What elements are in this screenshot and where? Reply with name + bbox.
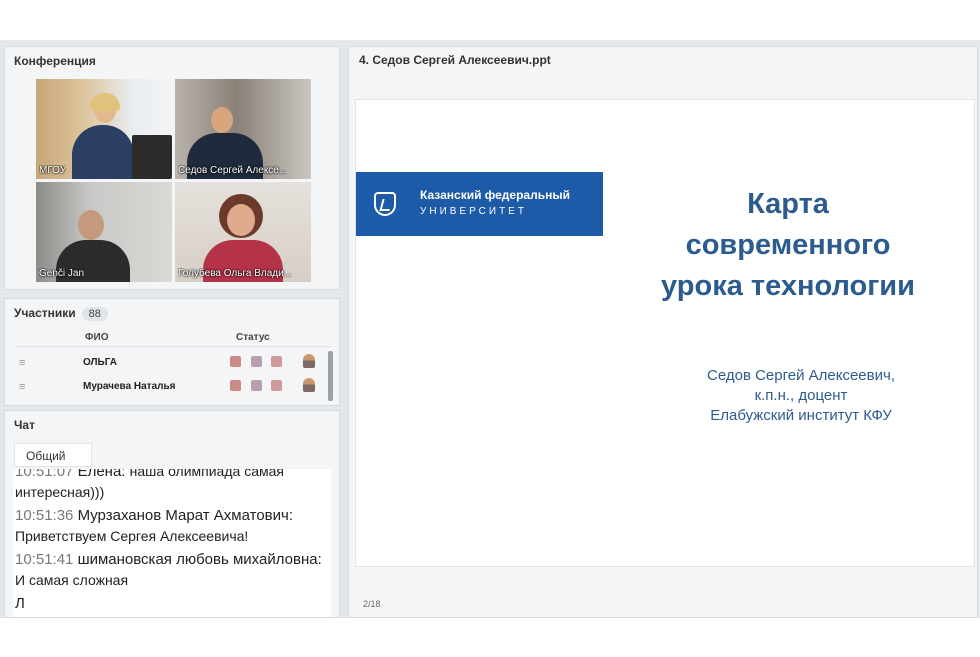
author-line: к.п.н., доцент — [754, 387, 848, 404]
video-tile[interactable]: МГОУ — [36, 79, 172, 179]
video-tile[interactable]: Genči Jan — [36, 182, 172, 282]
message-author: шимановская любовь михайловна: — [77, 551, 322, 568]
chat-panel: Чат Общий 10:51:07 Елена: наша олимпиада… — [4, 410, 340, 618]
slide-title-line: современного — [685, 229, 891, 261]
participant-head — [78, 210, 104, 240]
participants-panel: Участники 88 ФИО Статус ≡ ОЛЬГА ≡ Мурачев… — [4, 298, 340, 406]
column-status[interactable]: Статус — [236, 332, 270, 343]
conference-title: Конференция — [14, 54, 96, 68]
column-name[interactable]: ФИО — [85, 332, 109, 343]
app-window: Конференция МГОУ Седов Сергей Алексе... — [0, 40, 980, 618]
participants-title: Участники 88 — [5, 299, 339, 325]
message-text: Приветствуем Сергея Алексеевича! — [15, 528, 249, 544]
author-line: Елабужский институт КФУ — [710, 407, 892, 424]
screen-icon[interactable] — [271, 380, 282, 391]
tile-label: Genči Jan — [39, 268, 85, 279]
participant-row[interactable]: ≡ Мурачева Наталья — [15, 375, 331, 399]
chat-message: 10:51:41 шимановская любовь михайловна: … — [15, 549, 327, 591]
participant-head — [211, 107, 233, 133]
tile-label: Голубева Ольга Влади... — [178, 268, 293, 279]
left-column: Конференция МГОУ Седов Сергей Алексе... — [4, 46, 340, 618]
participant-hair — [90, 93, 120, 111]
chat-message: 10:51:07 Елена: наша олимпиада самая инт… — [15, 469, 327, 503]
microphone-icon[interactable] — [230, 380, 241, 391]
chat-title: Чат — [14, 418, 35, 432]
camera-icon[interactable] — [251, 380, 262, 391]
chat-messages[interactable]: 10:51:07 Елена: наша олимпиада самая инт… — [13, 469, 331, 617]
message-text: И самая сложная — [15, 572, 129, 588]
tile-label: МГОУ — [39, 165, 67, 176]
message-author: Л — [15, 595, 25, 612]
participants-header: ФИО Статус — [15, 329, 331, 347]
kfu-emblem-icon — [374, 192, 396, 216]
participant-name: Мурачева Наталья — [83, 381, 176, 392]
chat-message: Л — [15, 593, 327, 614]
message-time: 10:51:41 — [15, 551, 74, 568]
university-logo: Казанский федеральный УНИВЕРСИТЕТ — [356, 172, 603, 236]
slide-pager: 2/18 — [363, 599, 381, 609]
participant-name: ОЛЬГА — [83, 357, 117, 368]
drag-handle-icon[interactable]: ≡ — [19, 381, 25, 393]
slide-author: Седов Сергей Алексеевич, к.п.н., доцент … — [646, 366, 956, 426]
chat-message: 10:51:36 Мурзаханов Марат Ахматович: При… — [15, 505, 327, 547]
participants-scrollbar[interactable] — [328, 351, 333, 401]
message-author: Мурзаханов Марат Ахматович: — [77, 507, 293, 524]
presentation-filename: 4. Седов Сергей Алексеевич.ppt — [359, 53, 551, 67]
participant-row[interactable]: ≡ ОЛЬГА — [15, 351, 331, 375]
logo-line1: Казанский федеральный — [420, 188, 570, 202]
video-tile[interactable]: Седов Сергей Алексе... — [175, 79, 311, 179]
microphone-icon[interactable] — [230, 356, 241, 367]
participant-head — [227, 204, 255, 236]
slide-title-line: Карта — [747, 188, 829, 220]
message-time: 10:51:36 — [15, 507, 74, 524]
drag-handle-icon[interactable]: ≡ — [19, 357, 25, 369]
user-icon — [303, 354, 315, 368]
conference-panel: Конференция МГОУ Седов Сергей Алексе... — [4, 46, 340, 290]
screen-icon[interactable] — [271, 356, 282, 367]
user-icon — [303, 378, 315, 392]
author-line: Седов Сергей Алексеевич, — [707, 367, 895, 384]
participants-count-badge: 88 — [81, 307, 108, 321]
camera-icon[interactable] — [251, 356, 262, 367]
tile-label: Седов Сергей Алексе... — [178, 165, 288, 176]
message-author: Елена: — [77, 469, 126, 480]
participants-label: Участники — [14, 306, 76, 320]
message-time: 10:51:07 — [15, 469, 74, 480]
laptop — [132, 135, 172, 179]
participant-body — [72, 125, 134, 179]
slide-title: Карта современного урока технологии — [618, 184, 958, 307]
logo-line2: УНИВЕРСИТЕТ — [420, 206, 527, 217]
video-grid: МГОУ Седов Сергей Алексе... Genči Jan Го… — [36, 79, 312, 283]
slide-title-line: урока технологии — [661, 270, 915, 302]
slide[interactable]: Казанский федеральный УНИВЕРСИТЕТ Карта … — [355, 99, 975, 567]
tab-general[interactable]: Общий — [14, 443, 92, 467]
presentation-panel: 4. Седов Сергей Алексеевич.ppt Казанский… — [348, 46, 978, 618]
video-tile[interactable]: Голубева Ольга Влади... — [175, 182, 311, 282]
